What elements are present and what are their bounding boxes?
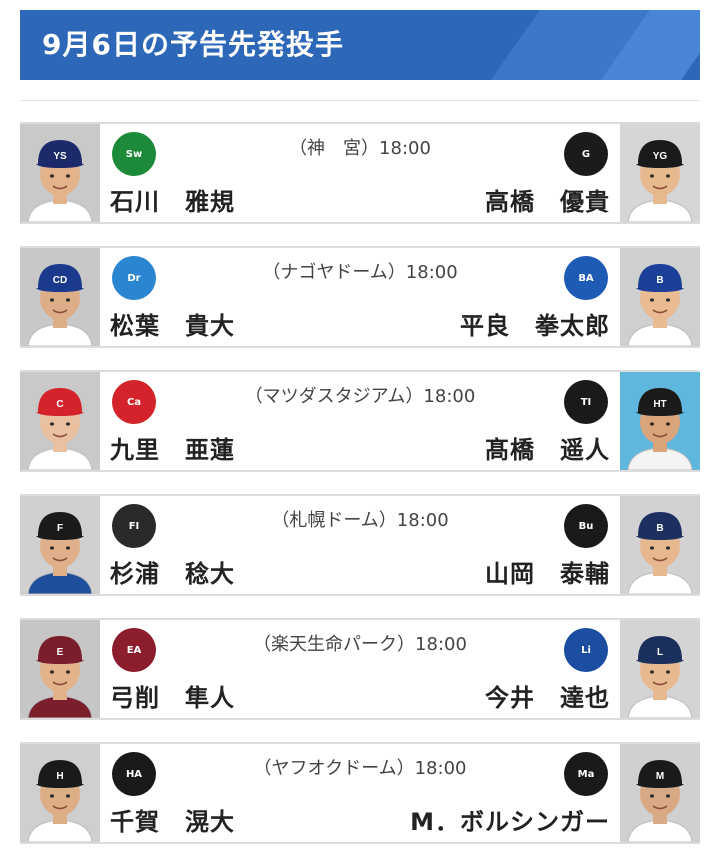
svg-text:B: B [656,523,663,534]
home-pitcher-photo: F [20,496,100,594]
game-card[interactable]: E EA （楽天生命パーク）18:00 弓削 隼人 今井 達也 Li L [20,618,700,720]
svg-text:H: H [56,771,63,782]
game-card[interactable]: C Ca （マツダスタジアム）18:00 九里 亜蓮 髙橋 遥人 TI HT [20,370,700,472]
home-pitcher-photo: CD [20,248,100,346]
away-pitcher-name[interactable]: 山岡 泰輔 [485,554,610,589]
svg-text:YG: YG [653,151,668,162]
venue-time: （マツダスタジアム）18:00 [244,386,476,407]
away-pitcher-name[interactable]: 髙橋 遥人 [485,430,610,465]
away-pitcher-name[interactable]: 今井 達也 [485,678,610,713]
away-pitcher-photo: HT [620,372,700,470]
svg-text:CD: CD [53,275,67,286]
marines-logo-icon: Ma [564,752,608,796]
tigers-logo-icon: TI [564,380,608,424]
svg-text:E: E [57,647,64,658]
lions-logo-icon: Li [564,628,608,672]
venue-time: （楽天生命パーク）18:00 [253,634,467,655]
baystars-logo-icon: BA [564,256,608,300]
home-pitcher-name[interactable]: 石川 雅規 [110,182,235,217]
away-pitcher-photo: B [620,248,700,346]
home-pitcher-photo: C [20,372,100,470]
home-pitcher-photo: E [20,620,100,718]
venue-time: （神 宮）18:00 [289,138,431,159]
home-pitcher-name[interactable]: 杉浦 稔大 [110,554,235,589]
away-pitcher-name[interactable]: M．ボルシンガー [410,802,610,837]
buffaloes-logo-icon: Bu [564,504,608,548]
venue-time: （ナゴヤドーム）18:00 [262,262,458,283]
games-list: YS Sw （神 宮）18:00 石川 雅規 高橋 優貴 G YG CD Dr … [20,122,700,866]
game-card[interactable]: YS Sw （神 宮）18:00 石川 雅規 高橋 優貴 G YG [20,122,700,224]
page-title: 9月6日の予告先発投手 [42,28,344,61]
svg-text:M: M [656,771,664,782]
home-pitcher-photo: YS [20,124,100,222]
svg-text:B: B [656,275,663,286]
page-header: 9月6日の予告先発投手 [20,10,700,80]
venue-time: （札幌ドーム）18:00 [271,510,449,531]
svg-text:C: C [56,399,63,410]
svg-text:YS: YS [53,151,67,162]
home-pitcher-name[interactable]: 九里 亜蓮 [110,430,235,465]
game-card[interactable]: CD Dr （ナゴヤドーム）18:00 松葉 貴大 平良 拳太郎 BA B [20,246,700,348]
away-pitcher-name[interactable]: 平良 拳太郎 [460,306,610,341]
home-pitcher-name[interactable]: 弓削 隼人 [110,678,235,713]
home-pitcher-name[interactable]: 松葉 貴大 [110,306,235,341]
away-pitcher-photo: YG [620,124,700,222]
away-pitcher-name[interactable]: 高橋 優貴 [485,182,610,217]
venue-time: （ヤフオクドーム）18:00 [253,758,467,779]
game-card[interactable]: H HA （ヤフオクドーム）18:00 千賀 滉大 M．ボルシンガー Ma M [20,742,700,844]
away-pitcher-photo: L [620,620,700,718]
giants-logo-icon: G [564,132,608,176]
svg-text:HT: HT [653,399,666,410]
away-pitcher-photo: M [620,744,700,842]
game-card[interactable]: F FI （札幌ドーム）18:00 杉浦 稔大 山岡 泰輔 Bu B [20,494,700,596]
home-pitcher-name[interactable]: 千賀 滉大 [110,802,235,837]
svg-text:L: L [657,647,663,658]
svg-text:F: F [57,523,63,534]
divider [20,100,700,101]
away-pitcher-photo: B [620,496,700,594]
home-pitcher-photo: H [20,744,100,842]
